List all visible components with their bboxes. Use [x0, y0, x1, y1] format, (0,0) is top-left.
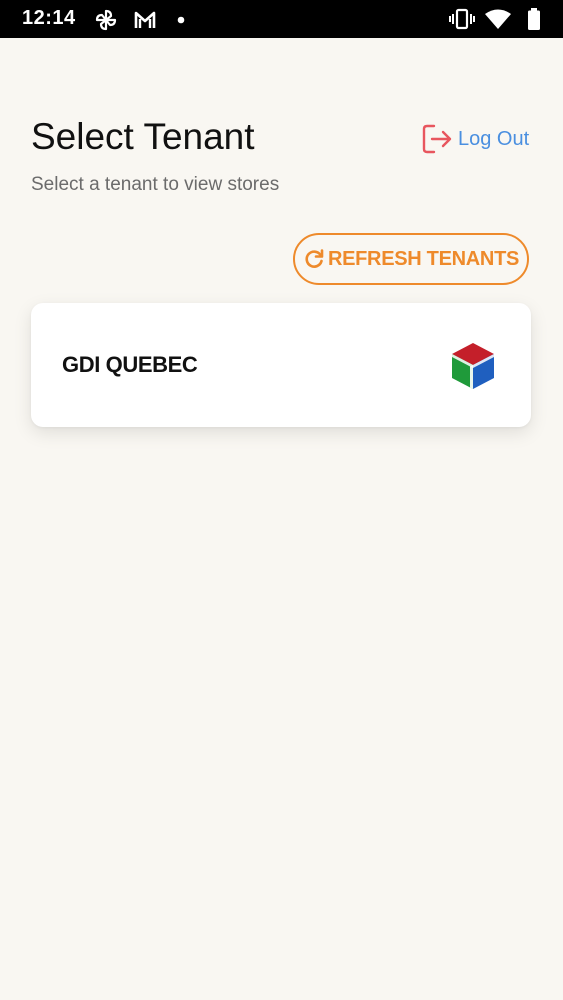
- page-title: Select Tenant: [31, 116, 255, 157]
- battery-icon: [528, 8, 540, 30]
- wifi-icon: [485, 9, 511, 29]
- status-bar: 12:14: [0, 0, 563, 38]
- logout-icon: [422, 124, 452, 154]
- tenant-card[interactable]: GDI QUEBEC: [31, 303, 531, 427]
- refresh-icon: [305, 249, 324, 268]
- refresh-tenants-button[interactable]: REFRESH TENANTS: [293, 233, 529, 285]
- pinwheel-icon: [95, 9, 117, 31]
- tenant-name: GDI QUEBEC: [62, 352, 198, 377]
- logout-button[interactable]: Log Out: [420, 122, 529, 156]
- vibrate-icon: [449, 8, 475, 30]
- cube-logo-icon: [452, 343, 494, 389]
- status-time: 12:14: [22, 7, 76, 29]
- page-subtitle: Select a tenant to view stores: [31, 174, 280, 195]
- logout-label: Log Out: [458, 127, 530, 150]
- gmail-icon: [134, 11, 156, 28]
- refresh-tenants-label: REFRESH TENANTS: [327, 247, 520, 270]
- notification-dot-icon: [177, 16, 185, 24]
